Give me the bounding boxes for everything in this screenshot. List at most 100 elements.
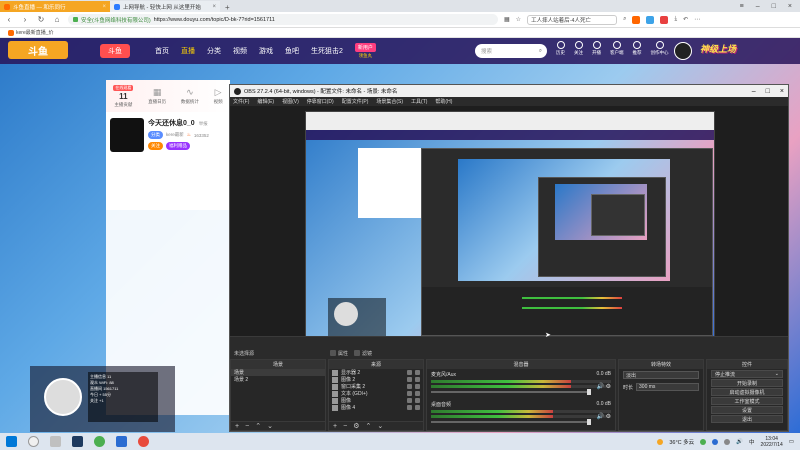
properties-button[interactable]: 属性: [330, 350, 348, 357]
filters-button[interactable]: 滤镜: [354, 350, 372, 357]
up-icon[interactable]: ⌃: [255, 422, 261, 430]
volume-icon[interactable]: 🔊: [736, 439, 743, 445]
task-view-icon[interactable]: [50, 436, 61, 447]
grid-icon[interactable]: ▦: [504, 16, 510, 23]
nav-video[interactable]: 视频: [233, 46, 247, 56]
remove-icon[interactable]: −: [343, 423, 347, 430]
browser-search-box[interactable]: 工人摔人站着后·4人死亡: [527, 14, 618, 25]
user-avatar[interactable]: [674, 42, 692, 60]
volume-slider[interactable]: [431, 419, 591, 425]
menu-profile[interactable]: 配置文件(P): [342, 98, 369, 105]
source-item[interactable]: 图像 4: [329, 404, 423, 411]
new-user-promo[interactable]: 新用户 领鱼丸: [354, 43, 376, 59]
source-item[interactable]: 显示器 2: [329, 369, 423, 376]
volume-slider[interactable]: [431, 389, 591, 395]
menu-tools[interactable]: 工具(T): [411, 98, 427, 105]
nav-category[interactable]: 分类: [207, 46, 221, 56]
down-icon[interactable]: ⌄: [267, 422, 273, 430]
site-search-input[interactable]: 搜索 ⌕: [475, 44, 547, 58]
add-icon[interactable]: +: [333, 423, 337, 430]
gift-badge[interactable]: 福利赠品: [166, 142, 190, 150]
transition-select[interactable]: 淡出: [623, 371, 699, 379]
menu-icon[interactable]: ≡: [740, 3, 744, 10]
follow-button[interactable]: 关注: [148, 142, 163, 150]
creator-button[interactable]: 创作中心: [651, 41, 669, 56]
gear-icon[interactable]: ⚙: [353, 422, 359, 430]
weather-text[interactable]: 36°C 多云: [669, 438, 694, 446]
tab-close-icon[interactable]: ×: [212, 4, 216, 10]
menu-file[interactable]: 文件(F): [233, 98, 249, 105]
menu-docks[interactable]: 停靠窗口(D): [307, 98, 334, 105]
menu-scene-collection[interactable]: 场景集合(S): [376, 98, 403, 105]
menu-view[interactable]: 视图(V): [282, 98, 299, 105]
lock-icon[interactable]: [415, 384, 420, 389]
extension-icon[interactable]: [660, 15, 669, 24]
url-bar[interactable]: 安全(斗鱼网络科技有限公司) https://www.douyu.com/top…: [68, 14, 498, 25]
more-icon[interactable]: ⋯: [694, 16, 700, 23]
visibility-icon[interactable]: [407, 384, 412, 389]
duration-input[interactable]: 300 ms: [636, 383, 699, 391]
download-icon[interactable]: ⤓: [674, 16, 677, 23]
undo-icon[interactable]: ↶: [683, 16, 688, 23]
back-icon[interactable]: ‹: [4, 15, 14, 24]
scene-item[interactable]: 场景 2: [231, 376, 325, 383]
visibility-icon[interactable]: [407, 405, 412, 410]
minimize-icon[interactable]: –: [752, 88, 756, 95]
follow-button[interactable]: 关注: [574, 41, 583, 56]
app-icon[interactable]: [116, 436, 127, 447]
lock-icon[interactable]: [415, 398, 420, 403]
nav-fishbar[interactable]: 鱼吧: [285, 46, 299, 56]
tab-navigation[interactable]: 上网导航 - 轻快上网 从这里开始 ×: [110, 1, 220, 12]
menu-help[interactable]: 帮助(H): [435, 98, 452, 105]
report-link[interactable]: 举报: [199, 121, 208, 127]
obs-preview[interactable]: [230, 106, 788, 343]
visibility-icon[interactable]: [407, 370, 412, 375]
category-pill[interactable]: 分类: [148, 131, 163, 139]
stat-data[interactable]: ∿ 数据统计: [181, 87, 199, 105]
nav-game-promo[interactable]: 生死狙击2: [311, 46, 343, 56]
obs-taskbar-icon[interactable]: [138, 436, 149, 447]
settings-button[interactable]: 设置: [711, 406, 783, 414]
forward-icon[interactable]: ›: [20, 15, 30, 24]
nav-home[interactable]: 首页: [155, 46, 169, 56]
douyu-logo[interactable]: 斗鱼: [8, 41, 68, 59]
close-window-icon[interactable]: ×: [788, 3, 792, 10]
stat-video[interactable]: ▷ 视频: [214, 87, 223, 105]
broadcast-button[interactable]: 开播: [592, 41, 601, 56]
virtual-camera-button[interactable]: 启动虚拟摄像机: [711, 388, 783, 396]
lock-icon[interactable]: [415, 391, 420, 396]
visibility-icon[interactable]: [407, 391, 412, 396]
nav-games[interactable]: 游戏: [259, 46, 273, 56]
steam-icon[interactable]: [72, 436, 83, 447]
start-recording-button[interactable]: 开始录制: [711, 379, 783, 387]
search-icon[interactable]: ⌕: [623, 16, 626, 23]
tab-close-icon[interactable]: ×: [102, 4, 106, 10]
visibility-icon[interactable]: [407, 377, 412, 382]
remove-icon[interactable]: −: [245, 423, 249, 430]
add-icon[interactable]: +: [235, 423, 239, 430]
ime-indicator[interactable]: 中: [749, 438, 755, 446]
stat-calendar[interactable]: ▦ 直播日历: [148, 87, 166, 105]
extension-icon[interactable]: [646, 15, 655, 24]
clock[interactable]: 13:04 2022/7/14: [761, 436, 783, 448]
minimize-icon[interactable]: –: [756, 3, 760, 10]
maximize-icon[interactable]: □: [772, 3, 776, 10]
source-item[interactable]: 窗口采集 2: [329, 383, 423, 390]
search-icon[interactable]: ⌕: [539, 48, 542, 55]
tray-icon[interactable]: [712, 438, 719, 445]
lock-icon[interactable]: [415, 370, 420, 375]
source-item[interactable]: 图像 2: [329, 376, 423, 383]
scene-item[interactable]: 场景: [231, 369, 325, 376]
weather-icon[interactable]: [657, 438, 664, 445]
search-icon[interactable]: [28, 436, 39, 447]
slider-knob[interactable]: [587, 389, 591, 395]
studio-mode-button[interactable]: 工作室模式: [711, 397, 783, 405]
maximize-icon[interactable]: □: [766, 88, 770, 95]
source-item[interactable]: 图像: [329, 397, 423, 404]
refresh-icon[interactable]: ↻: [36, 15, 46, 24]
history-button[interactable]: 历史: [556, 41, 565, 56]
nav-live[interactable]: 直播: [181, 46, 195, 56]
tray-icon[interactable]: [700, 438, 707, 445]
gear-icon[interactable]: ⚙: [606, 414, 611, 420]
streamer-avatar[interactable]: [110, 118, 144, 152]
